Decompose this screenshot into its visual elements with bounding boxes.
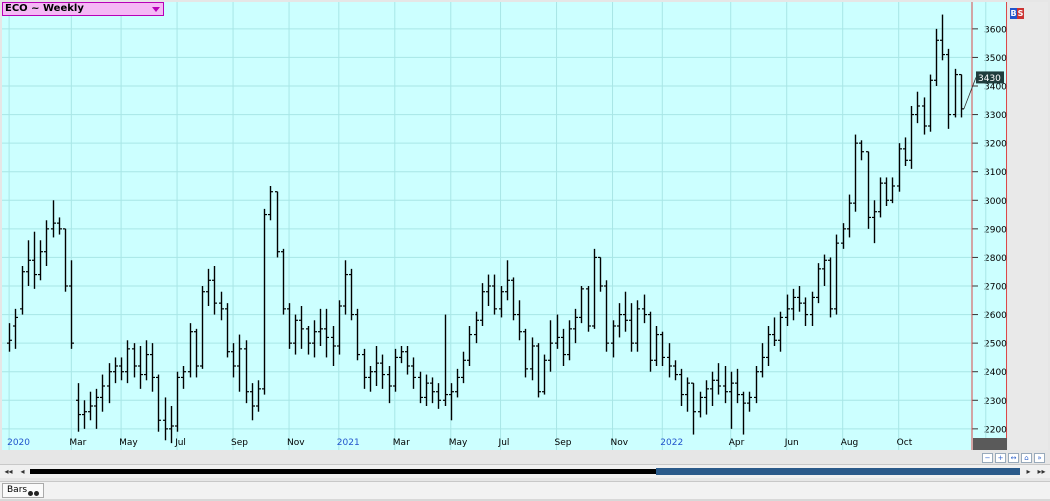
chain-link-icon	[28, 488, 40, 496]
horizontal-scrollbar[interactable]: ◂◂ ◂ ▸ ▸▸	[0, 464, 1050, 478]
x-tick-label: Nov	[287, 438, 305, 448]
chart-title: ECO ~ Weekly	[5, 3, 84, 14]
y-tick-label: 3600	[984, 25, 1007, 35]
chart-window: 2200 2300 2400 2500 2600 2700 2800 2900 3000 3100…	[0, 0, 1050, 499]
x-tick-label: Mar	[393, 438, 410, 448]
y-tick-label: 3400	[984, 83, 1007, 93]
scroll-right-icon[interactable]: ▸	[1023, 466, 1034, 477]
y-tick-label: 3200	[984, 140, 1007, 150]
dropdown-arrow-icon[interactable]	[152, 7, 160, 12]
price-chart: 2200 2300 2400 2500 2600 2700 2800 2900 3000 3100…	[2, 2, 1007, 450]
y-tick-label: 2800	[984, 254, 1007, 264]
plot-area[interactable]: 2200 2300 2400 2500 2600 2700 2800 2900 3000 3100…	[2, 2, 1007, 450]
current-time-marker	[973, 438, 1007, 450]
tab-bars-label: Bars	[7, 485, 28, 495]
x-tick-label: Jun	[784, 438, 799, 448]
scroll-left-icon[interactable]: ◂	[17, 466, 28, 477]
y-tick-label: 2700	[984, 283, 1007, 293]
fit-icon[interactable]: ↔	[1008, 453, 1019, 463]
x-tick-label: May	[449, 438, 468, 448]
y-tick-label: 2300	[984, 397, 1007, 407]
x-tick-label: Nov	[611, 438, 629, 448]
y-tick-label: 2500	[984, 340, 1007, 350]
x-tick-label: Sep	[231, 438, 248, 448]
y-tick-label: 3100	[984, 168, 1007, 178]
x-tick-label: Apr	[729, 438, 745, 448]
sell-label: S	[1017, 8, 1024, 19]
x-tick-label: 2020	[7, 438, 30, 448]
last-price-label: 3430	[978, 74, 1001, 84]
end-icon[interactable]: »	[1034, 453, 1045, 463]
x-tick-label: May	[119, 438, 138, 448]
x-tick-label: Mar	[69, 438, 86, 448]
last-price-leader	[963, 77, 977, 110]
x-tick-label: 2022	[660, 438, 683, 448]
bottom-tab-bar: Bars	[0, 481, 1050, 499]
x-tick-label: 2021	[337, 438, 360, 448]
symbol-selector[interactable]: ECO ~ Weekly	[2, 2, 164, 16]
y-tick-label: 2600	[984, 311, 1007, 321]
home-icon[interactable]: ⌂	[1021, 453, 1032, 463]
zoom-in-icon[interactable]: +	[995, 453, 1006, 463]
y-tick-label: 3500	[984, 54, 1007, 64]
buy-label: B	[1010, 8, 1017, 19]
x-tick-label: Jul	[174, 438, 186, 448]
x-tick-label: Aug	[841, 438, 859, 448]
y-tick-label: 2400	[984, 368, 1007, 378]
scroll-start-icon[interactable]: ◂◂	[3, 466, 14, 477]
scroll-thumb[interactable]	[656, 468, 1020, 475]
y-tick-label: 3300	[984, 111, 1007, 121]
y-tick-label: 2200	[984, 425, 1007, 435]
y-tick-label: 2900	[984, 225, 1007, 235]
price-scale-strip	[1008, 2, 1048, 450]
x-tick-label: Jul	[498, 438, 510, 448]
scroll-end-icon[interactable]: ▸▸	[1036, 466, 1047, 477]
x-tick-label: Sep	[555, 438, 572, 448]
tab-bars[interactable]: Bars	[2, 483, 44, 498]
x-tick-label: Oct	[897, 438, 913, 448]
y-tick-label: 3000	[984, 197, 1007, 207]
buy-sell-badge[interactable]: BS	[1010, 8, 1025, 19]
zoom-out-icon[interactable]: −	[982, 453, 993, 463]
